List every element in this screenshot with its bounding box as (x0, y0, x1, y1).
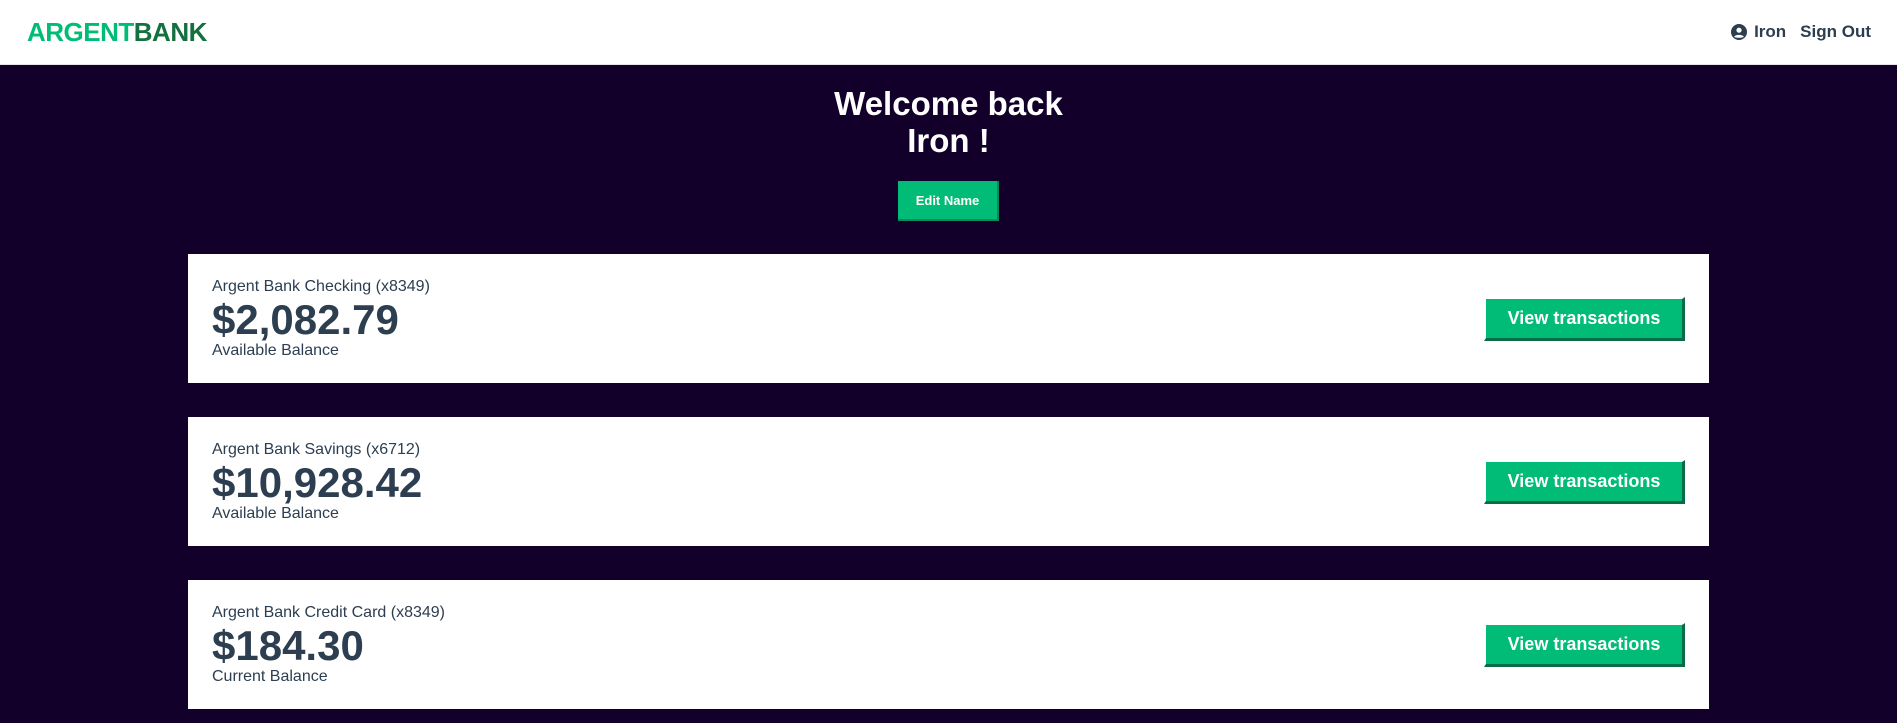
account-card-credit: Argent Bank Credit Card (x8349) $184.30 … (188, 580, 1709, 709)
view-transactions-button[interactable]: View transactions (1484, 622, 1685, 667)
welcome-line-1: Welcome back (834, 85, 1063, 122)
account-amount: $2,082.79 (212, 295, 399, 343)
account-info: Argent Bank Checking (x8349) $2,082.79 A… (212, 278, 430, 360)
view-transactions-button[interactable]: View transactions (1484, 459, 1685, 504)
edit-name-button[interactable]: Edit Name (898, 181, 999, 221)
nav-user-link[interactable]: Iron (1731, 22, 1786, 42)
view-transactions-button[interactable]: View transactions (1484, 296, 1685, 341)
account-title: Argent Bank Credit Card (x8349) (212, 603, 445, 621)
welcome-title: Welcome back Iron ! (0, 85, 1897, 159)
logo-bank-text: BANK (133, 16, 208, 47)
account-description: Available Balance (212, 341, 339, 359)
sign-out-link[interactable]: Sign Out (1800, 22, 1871, 42)
user-circle-icon (1731, 24, 1748, 40)
welcome-line-2: Iron ! (907, 122, 990, 159)
account-amount: $10,928.42 (212, 458, 423, 506)
nav-user-name: Iron (1754, 22, 1787, 41)
welcome-header: Welcome back Iron ! Edit Name (0, 85, 1897, 221)
logo[interactable]: ARGENT BANK (27, 17, 207, 48)
logo-argent-text: ARGENT (27, 16, 134, 47)
main-content: Welcome back Iron ! Edit Name Argent Ban… (0, 65, 1897, 723)
main-navbar: ARGENT BANK Iron Sign Out (0, 0, 1897, 65)
account-description: Available Balance (212, 504, 339, 522)
account-info: Argent Bank Credit Card (x8349) $184.30 … (212, 604, 445, 686)
account-card-savings: Argent Bank Savings (x6712) $10,928.42 A… (188, 417, 1709, 546)
account-title: Argent Bank Savings (x6712) (212, 440, 421, 458)
nav-right: Iron Sign Out (1731, 22, 1871, 42)
account-title: Argent Bank Checking (x8349) (212, 277, 430, 295)
account-info: Argent Bank Savings (x6712) $10,928.42 A… (212, 441, 422, 523)
account-amount: $184.30 (212, 621, 364, 669)
account-card-checking: Argent Bank Checking (x8349) $2,082.79 A… (188, 254, 1709, 383)
account-description: Current Balance (212, 667, 328, 685)
accounts-list: Argent Bank Checking (x8349) $2,082.79 A… (188, 254, 1709, 709)
